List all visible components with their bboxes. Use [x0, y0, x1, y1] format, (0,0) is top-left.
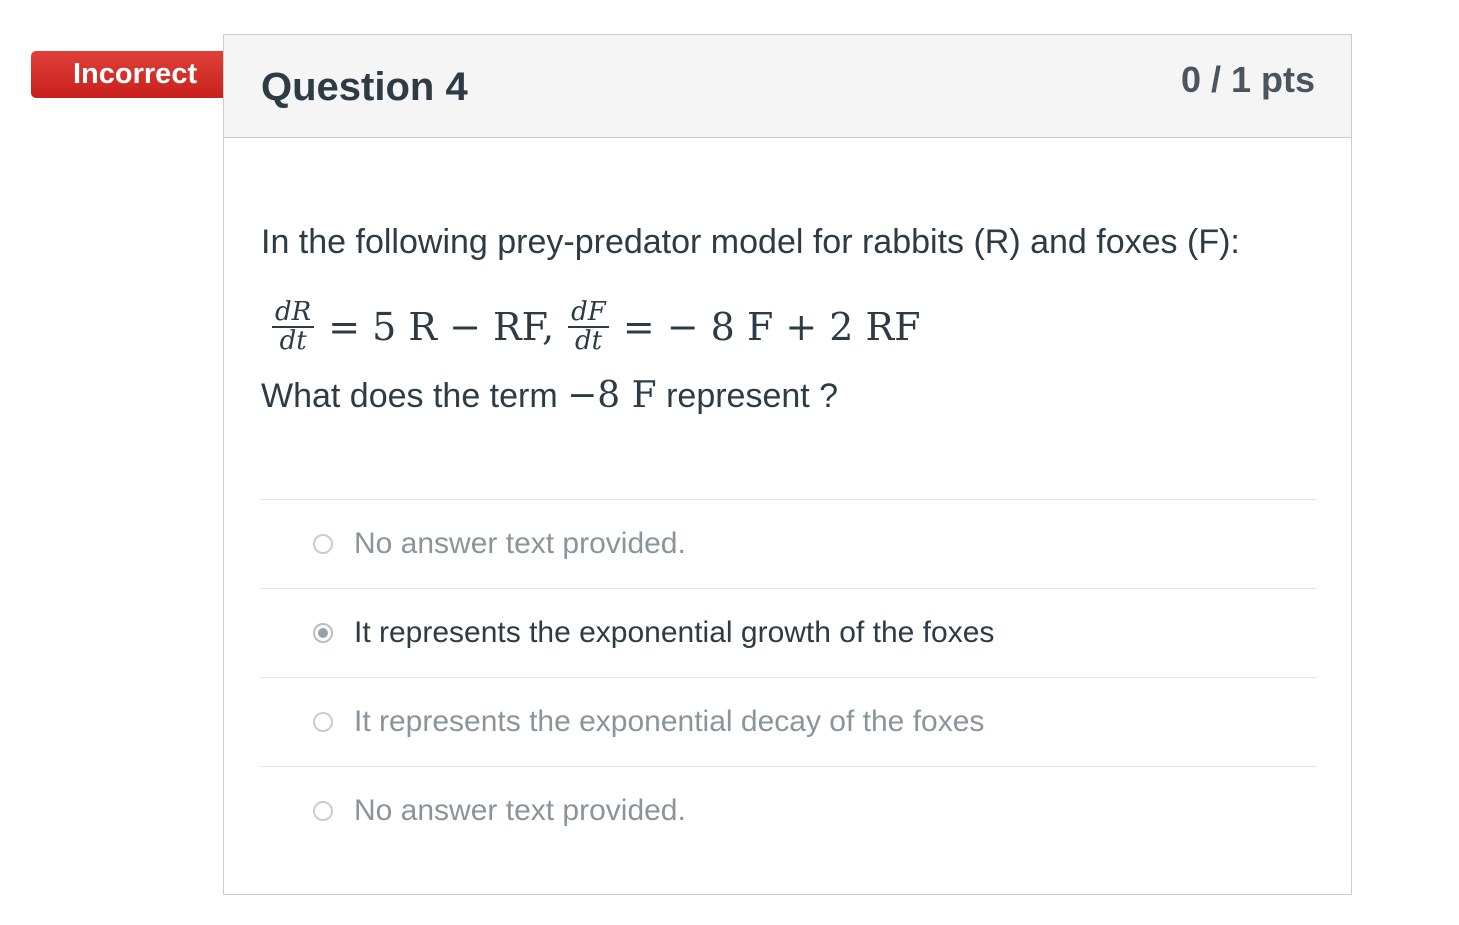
radio-button[interactable]: [313, 801, 333, 821]
question-title: Question 4: [261, 65, 468, 109]
equation-part-foxes: = − 8 F + 2 RF: [622, 305, 921, 349]
answer-option[interactable]: No answer text provided.: [260, 499, 1317, 588]
answer-list: No answer text provided. It represents t…: [260, 499, 1317, 855]
answer-option[interactable]: No answer text provided.: [260, 766, 1317, 855]
answer-option[interactable]: It represents the exponential decay of t…: [260, 677, 1317, 766]
question-card: Question 4 0 / 1 pts In the following pr…: [223, 34, 1352, 895]
subtext-suffix: represent ?: [656, 377, 839, 415]
answer-label: No answer text provided.: [354, 527, 686, 560]
fraction-denominator: dt: [279, 326, 307, 356]
answer-option-selected[interactable]: It represents the exponential growth of …: [260, 588, 1317, 677]
subtext-prefix: What does the term: [261, 377, 568, 415]
subtext-math-term: −8 F: [567, 375, 657, 416]
radio-button[interactable]: [313, 534, 333, 554]
fraction-df-dt: dF dt: [568, 298, 609, 356]
incorrect-flag: Incorrect: [31, 51, 250, 98]
radio-button-selected[interactable]: [313, 623, 333, 643]
incorrect-label: Incorrect: [73, 58, 198, 90]
fraction-dr-dt: dR dt: [272, 298, 315, 356]
fraction-numerator: dR: [272, 298, 315, 328]
question-equation: dR dt = 5 R − RF, dF dt = − 8 F + 2 RF: [272, 295, 921, 359]
question-points: 0 / 1 pts: [1180, 59, 1315, 100]
question-subtext: What does the term −8 F represent ?: [261, 375, 838, 416]
question-header: Question 4 0 / 1 pts: [224, 35, 1351, 138]
answer-label: No answer text provided.: [354, 794, 686, 827]
question-text: In the following prey-predator model for…: [261, 223, 1240, 261]
radio-button[interactable]: [313, 712, 333, 732]
equation-part-rabbits: = 5 R − RF,: [328, 305, 555, 349]
answer-label: It represents the exponential decay of t…: [354, 705, 985, 738]
fraction-denominator: dt: [574, 326, 603, 356]
fraction-numerator: dF: [568, 298, 609, 328]
answer-label: It represents the exponential growth of …: [354, 616, 995, 649]
